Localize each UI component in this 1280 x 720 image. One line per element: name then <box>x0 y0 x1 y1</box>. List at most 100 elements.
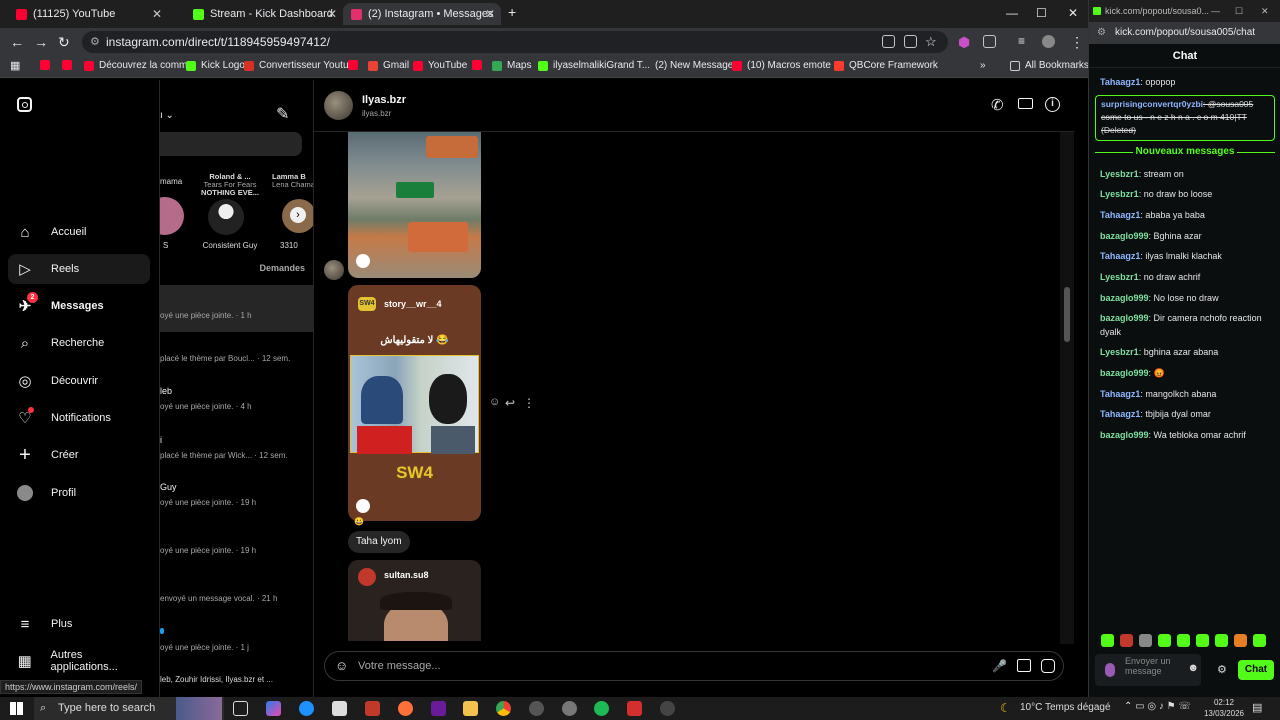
emote-icon[interactable] <box>1253 634 1266 647</box>
bookmark-4[interactable]: Kick Logo <box>186 60 245 71</box>
chat-username[interactable]: Lyesbzr1 <box>1100 272 1139 282</box>
nav-accueil[interactable]: ⌂ Accueil <box>8 217 150 247</box>
shared-post[interactable]: sultan.su8 <box>348 560 481 641</box>
site-info-icon[interactable]: ⚙ <box>90 31 100 53</box>
notification-center-icon[interactable]: ▤ <box>1252 701 1262 714</box>
bookmark-5[interactable]: Convertisseur Youtu... <box>244 60 357 71</box>
chat-avatar[interactable] <box>324 91 353 120</box>
note-bubble[interactable]: Roland & ... Tears For Fears NOTHING EVE… <box>200 173 260 197</box>
bookmark-6[interactable] <box>348 60 363 70</box>
reply-icon[interactable]: ↩ <box>505 396 515 410</box>
react-icon[interactable]: ☺ <box>489 396 500 408</box>
emote-icon[interactable] <box>1120 634 1133 647</box>
tab-kick-dashboard[interactable]: Stream - Kick Dashboard ✕ <box>185 3 343 25</box>
emoji-icon[interactable]: ☺ <box>335 652 348 680</box>
chat-username[interactable]: Tahaagz1 <box>1100 210 1140 220</box>
note-avatar[interactable] <box>160 197 184 235</box>
address-bar[interactable]: ⚙ instagram.com/direct/t/118945959497412… <box>82 31 948 53</box>
weather-text[interactable]: 10°C Temps dégagé <box>1020 702 1111 713</box>
nav-creer[interactable]: + Créer <box>8 440 150 470</box>
message-input[interactable]: ☺ Votre message... 🎤 <box>324 651 1064 681</box>
close-window-icon[interactable]: ✕ <box>1261 0 1269 22</box>
emote-icon[interactable] <box>1158 634 1171 647</box>
close-window-icon[interactable]: ✕ <box>1068 6 1078 20</box>
tab-instagram[interactable]: (2) Instagram • Messages ✕ <box>343 3 501 25</box>
chat-username[interactable]: Tahaagz1 <box>1100 389 1140 399</box>
more-bookmarks-icon[interactable]: » <box>980 60 986 71</box>
message-bubble[interactable]: Taha lyom <box>348 531 410 553</box>
chat-username[interactable]: Lyesbzr1 <box>1100 347 1139 357</box>
nav-messages[interactable]: ✈ 2 Messages <box>8 291 150 321</box>
chat-username[interactable]: Lyesbzr1 <box>1100 169 1139 179</box>
chat-username[interactable]: Lyesbzr1 <box>1100 189 1139 199</box>
chat-username[interactable]: bazaglo999 <box>1100 293 1149 303</box>
scrollbar-thumb[interactable] <box>1064 287 1070 342</box>
chrome-profile-icon[interactable] <box>562 701 577 716</box>
translate-icon[interactable] <box>882 35 895 48</box>
chrome-profile-icon[interactable] <box>529 701 544 716</box>
all-bookmarks[interactable]: All Bookmarks <box>1010 60 1089 71</box>
shared-post[interactable]: SW4 story__wr__4 لا متقوليهاش 😂 SW4 <box>348 285 481 521</box>
app-icon[interactable] <box>431 701 446 716</box>
file-explorer-icon[interactable] <box>463 701 478 716</box>
emote-icon[interactable] <box>1101 634 1114 647</box>
conversation-item[interactable]: oyé une pièce jointe. · 1 h <box>160 285 313 332</box>
tab-youtube[interactable]: (11125) YouTube ✕ <box>8 3 168 25</box>
conversation-item[interactable]: Guy oyé une pièce jointe. · 19 h <box>160 482 313 518</box>
image-upload-icon[interactable] <box>1017 659 1031 672</box>
chat-username[interactable]: bazaglo999 <box>1100 231 1149 241</box>
emote-icon[interactable] <box>1234 634 1247 647</box>
app-icon[interactable] <box>660 701 675 716</box>
nav-autres-applications[interactable]: ▦ Autres applications... <box>8 646 150 676</box>
minimize-icon[interactable]: — <box>1006 6 1018 20</box>
close-tab-icon[interactable]: ✕ <box>485 7 495 21</box>
phone-call-icon[interactable]: ✆ <box>991 96 1004 114</box>
microphone-icon[interactable] <box>1105 663 1115 677</box>
menu-kebab-icon[interactable]: ⋮ <box>1070 34 1084 51</box>
instagram-logo-icon[interactable] <box>17 97 32 112</box>
nav-decouvrir[interactable]: ◎ Découvrir <box>8 366 150 396</box>
chrome-icon[interactable] <box>496 701 511 716</box>
close-tab-icon[interactable]: ✕ <box>327 7 337 21</box>
chat-username[interactable]: Tahaagz1 <box>1100 77 1140 87</box>
bookmark-14[interactable]: QBCore Framework <box>834 60 938 71</box>
emote-icon[interactable] <box>1177 634 1190 647</box>
bookmark-11[interactable]: ilyaselmalikiGrand T... <box>538 60 650 71</box>
nav-notifications[interactable]: ♡ Notifications <box>8 403 150 433</box>
edge-icon[interactable] <box>299 701 314 716</box>
new-tab-button[interactable]: + <box>508 4 516 20</box>
queue-icon[interactable]: ≡ <box>1018 34 1025 48</box>
chat-username[interactable]: surprisingconvertqr0yzbi <box>1101 99 1203 109</box>
emote-icon[interactable] <box>1139 634 1152 647</box>
popout-address-bar[interactable]: ⚙ kick.com/popout/sousa005/chat <box>1089 22 1280 44</box>
clock[interactable]: 02:12 13/03/2026 <box>1202 697 1246 719</box>
compose-icon[interactable]: ✎ <box>276 104 289 124</box>
app-icon[interactable] <box>365 701 380 716</box>
chevron-down-icon[interactable]: ı ⌄ <box>160 110 174 121</box>
spotify-icon[interactable] <box>594 701 609 716</box>
search-input[interactable] <box>160 132 302 156</box>
profile-avatar-icon[interactable] <box>1042 35 1055 48</box>
extension-shield-icon[interactable]: ⬢ <box>958 34 970 51</box>
conversation-item[interactable]: oyé une pièce jointe. · 19 h <box>160 546 313 562</box>
extensions-icon[interactable] <box>983 35 996 48</box>
conversation-item[interactable]: oyé une pièce jointe. · 1 j <box>160 643 313 659</box>
nav-reels[interactable]: ▷ Reels <box>8 254 150 284</box>
info-icon[interactable]: i <box>1045 97 1060 112</box>
back-icon[interactable]: ← <box>10 34 24 50</box>
bookmark-12[interactable]: (2) New Messages! <box>655 60 741 71</box>
taskbar-search-input[interactable]: ⌕ Type here to search <box>34 697 224 720</box>
chevron-right-icon[interactable]: › <box>290 207 306 223</box>
emote-icon[interactable] <box>1196 634 1209 647</box>
conversation-item[interactable]: placé le thème par Boucl... · 12 sem. <box>160 354 313 370</box>
chat-username[interactable]: bazaglo999 <box>1100 430 1149 440</box>
settings-gear-icon[interactable]: ⚙ <box>1217 663 1227 676</box>
nav-plus[interactable]: ≡ Plus <box>8 609 150 639</box>
close-tab-icon[interactable]: ✕ <box>152 7 162 21</box>
minimize-icon[interactable]: — <box>1211 0 1220 22</box>
emote-icon[interactable] <box>1215 634 1228 647</box>
firefox-icon[interactable] <box>398 701 413 716</box>
nav-profil[interactable]: Profil <box>8 478 150 508</box>
bookmark-9[interactable] <box>472 60 487 70</box>
bookmark-1[interactable] <box>40 60 55 70</box>
